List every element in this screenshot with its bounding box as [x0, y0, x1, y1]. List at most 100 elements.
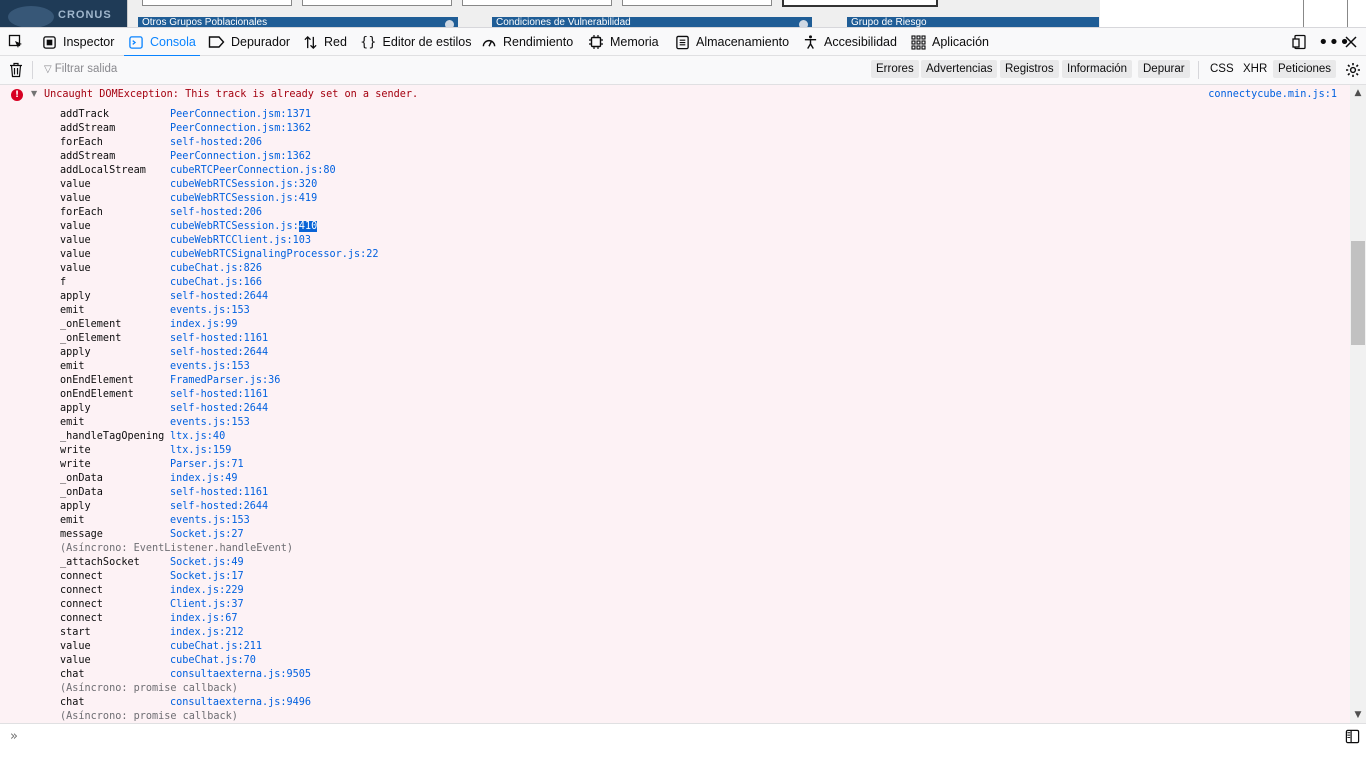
page-right-area	[1100, 0, 1366, 27]
frame-source-link[interactable]: index.js:212	[170, 626, 244, 640]
frame-source-link[interactable]: self-hosted:2644	[170, 500, 268, 514]
frame-source-link[interactable]: Parser.js:71	[170, 458, 244, 472]
tab-storage[interactable]: Almacenamiento	[675, 28, 789, 56]
frame-source-link[interactable]: self-hosted:1161	[170, 388, 268, 402]
tab-memory[interactable]: Memoria	[588, 28, 659, 56]
frame-function-name: value	[60, 641, 91, 652]
frame-source-text: index.js:49	[170, 473, 238, 484]
tab-application[interactable]: Aplicación	[911, 28, 989, 56]
error-source-link[interactable]: connectycube.min.js:1	[1208, 89, 1337, 100]
frame-source-link[interactable]: Socket.js:27	[170, 528, 244, 542]
frame-source-link[interactable]: cubeWebRTCSession.js:419	[170, 192, 317, 206]
close-devtools-button[interactable]	[1344, 28, 1364, 56]
frame-source-link[interactable]: consultaexterna.js:9496	[170, 696, 311, 710]
filter-xhr-button[interactable]: XHR	[1238, 60, 1272, 78]
error-message-row[interactable]: ! ▼ Uncaught DOMException: This track is…	[0, 85, 1350, 105]
frame-function-name: write	[60, 459, 91, 470]
console-scrollbar[interactable]: ▲ ▼	[1350, 85, 1366, 723]
page-panel: Otros Grupos Poblacionales	[138, 17, 458, 27]
console-settings-button[interactable]	[1345, 62, 1361, 83]
frame-source-text: events.js:153	[170, 305, 250, 316]
frame-source-link[interactable]: self-hosted:1161	[170, 332, 268, 346]
frame-source-link[interactable]: self-hosted:1161	[170, 486, 268, 500]
page-form-field[interactable]	[462, 0, 612, 6]
frame-source-link[interactable]: cubeRTCPeerConnection.js:80	[170, 164, 336, 178]
async-label: (Asíncrono: promise callback)	[60, 711, 238, 722]
frame-source-link[interactable]: self-hosted:206	[170, 136, 262, 150]
expand-twisty-icon[interactable]: ▼	[31, 89, 37, 98]
page-form-field[interactable]	[622, 0, 772, 6]
frame-source-text: Socket.js:49	[170, 557, 244, 568]
tab-performance[interactable]: Rendimiento	[481, 28, 573, 56]
frame-source-link[interactable]: Socket.js:49	[170, 556, 244, 570]
frame-source-link[interactable]: cubeWebRTCSession.js:320	[170, 178, 317, 192]
frame-source-text: self-hosted:1161	[170, 389, 269, 400]
frame-source-link[interactable]: cubeChat.js:211	[170, 640, 262, 654]
tab-inspector[interactable]: Inspector	[42, 28, 114, 56]
tab-network[interactable]: Red	[303, 28, 347, 56]
frame-function-name: emit	[60, 305, 85, 316]
filter-logs-button[interactable]: Registros	[1000, 60, 1059, 78]
tab-style-editor[interactable]: {} Editor de estilos	[360, 28, 471, 56]
frame-source-link[interactable]: cubeWebRTCClient.js:103	[170, 234, 311, 248]
page-form-field[interactable]	[302, 0, 452, 6]
frame-source-link[interactable]: ltx.js:159	[170, 444, 231, 458]
frame-source-link[interactable]: index.js:67	[170, 612, 237, 626]
frame-source-link[interactable]: cubeWebRTCSession.js:410	[170, 220, 318, 234]
frame-function-name: apply	[60, 501, 91, 512]
frame-source-link[interactable]: FramedParser.js:36	[170, 374, 280, 388]
page-form-field[interactable]	[142, 0, 292, 6]
frame-source-link[interactable]: self-hosted:2644	[170, 346, 268, 360]
stack-frame: emit events.js:153	[60, 304, 293, 318]
frame-function-name: value	[60, 193, 91, 204]
frame-source-link[interactable]: events.js:153	[170, 304, 250, 318]
scrollbar-thumb[interactable]	[1351, 241, 1365, 345]
clear-console-button[interactable]	[9, 62, 23, 83]
frame-source-link[interactable]: index.js:49	[170, 472, 237, 486]
frame-source-link[interactable]: consultaexterna.js:9505	[170, 668, 311, 682]
tab-accessibility[interactable]: Accesibilidad	[803, 28, 897, 56]
frame-source-link[interactable]: self-hosted:2644	[170, 402, 268, 416]
frame-source-link[interactable]: self-hosted:206	[170, 206, 262, 220]
frame-source-link[interactable]: PeerConnection.jsm:1371	[170, 108, 311, 122]
frame-source-text: cubeChat.js:211	[170, 641, 263, 652]
filter-css-button[interactable]: CSS	[1205, 60, 1239, 78]
frame-source-link[interactable]: cubeChat.js:166	[170, 276, 262, 290]
editor-mode-button[interactable]	[1345, 729, 1360, 749]
frame-source-link[interactable]: Client.js:37	[170, 598, 244, 612]
stack-frame: value cubeWebRTCSession.js:419	[60, 192, 317, 206]
scroll-up-icon[interactable]: ▲	[1350, 85, 1366, 101]
frame-source-link[interactable]: cubeChat.js:826	[170, 262, 262, 276]
frame-source-link[interactable]: cubeChat.js:70	[170, 654, 256, 668]
frame-source-link[interactable]: events.js:153	[170, 416, 250, 430]
filter-info-button[interactable]: Información	[1062, 60, 1133, 78]
frame-source-link[interactable]: PeerConnection.jsm:1362	[170, 150, 311, 164]
scroll-down-icon[interactable]: ▼	[1350, 707, 1366, 723]
page-form-field[interactable]	[782, 0, 938, 7]
filter-errors-button[interactable]: Errores	[871, 60, 919, 78]
filter-warnings-button[interactable]: Advertencias	[921, 60, 998, 78]
frame-source-link[interactable]: self-hosted:2644	[170, 290, 268, 304]
filter-debug-button[interactable]: Depurar	[1138, 60, 1190, 78]
console-input[interactable]: »	[0, 723, 1366, 749]
frame-source-text: index.js:229	[170, 585, 244, 596]
frame-source-link[interactable]: cubeWebRTCSignalingProcessor.js:22	[170, 248, 379, 262]
frame-source-link[interactable]: index.js:229	[170, 584, 244, 598]
tab-label: Rendimiento	[503, 35, 574, 49]
error-message-text: Uncaught DOMException: This track is alr…	[44, 89, 419, 100]
frame-source-link[interactable]: index.js:99	[170, 318, 237, 332]
frame-source-text: PeerConnection.jsm:1362	[170, 123, 312, 134]
responsive-design-button[interactable]	[1292, 28, 1314, 56]
tab-console[interactable]: Consola	[124, 28, 200, 57]
frame-function-name: connect	[60, 599, 103, 610]
filter-output-input[interactable]: ▽ Filtrar salida	[44, 63, 117, 75]
frame-source-link[interactable]: events.js:153	[170, 360, 250, 374]
frame-source-link[interactable]: events.js:153	[170, 514, 250, 528]
frame-source-link[interactable]: PeerConnection.jsm:1362	[170, 122, 311, 136]
frame-source-link[interactable]: Socket.js:17	[170, 570, 244, 584]
prompt-chevron-icon: »	[10, 729, 18, 744]
element-picker-button[interactable]	[8, 28, 30, 56]
filter-requests-button[interactable]: Peticiones	[1273, 60, 1337, 78]
tab-debugger[interactable]: Depurador	[208, 28, 290, 56]
frame-source-link[interactable]: ltx.js:40	[170, 430, 225, 444]
